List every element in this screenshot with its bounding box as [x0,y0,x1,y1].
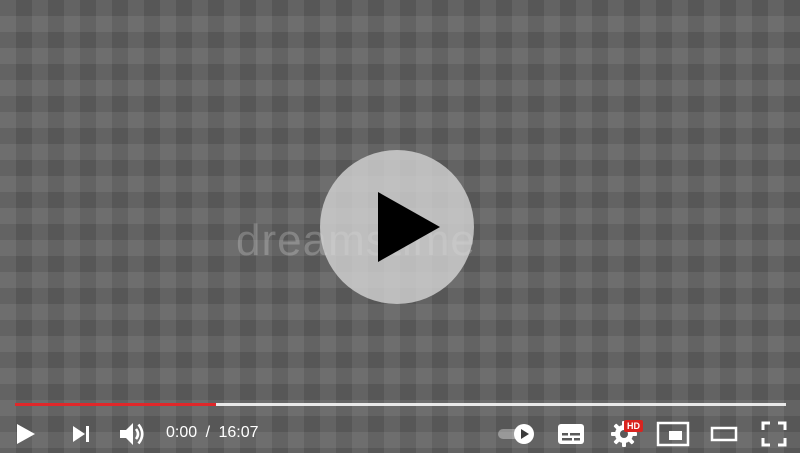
video-player[interactable]: dreamstime 0:00 [0,0,800,453]
theater-mode-button[interactable] [706,414,742,453]
autoplay-toggle[interactable] [496,414,540,453]
time-separator: / [205,424,211,441]
current-time: 0:00 [166,424,198,441]
miniplayer-button[interactable] [654,414,692,453]
subtitles-icon [558,423,584,444]
control-bar: 0:00 / 16:07 HD [0,414,800,453]
big-play-button[interactable] [320,150,474,304]
skip-next-icon [73,425,89,442]
fullscreen-icon [761,421,787,446]
progress-played [15,403,217,406]
miniplayer-icon [656,421,690,446]
settings-button[interactable]: HD [606,414,643,453]
volume-icon [120,422,144,445]
theater-mode-icon [710,426,738,441]
play-icon [378,192,440,262]
time-display: 0:00 / 16:07 [166,424,259,442]
duration: 16:07 [218,424,259,441]
autoplay-toggle-icon [498,423,534,444]
play-button[interactable] [8,414,42,453]
hd-badge: HD [624,420,643,432]
subtitles-button[interactable] [554,414,588,453]
play-icon [17,423,35,444]
next-button[interactable] [64,414,98,453]
fullscreen-button[interactable] [756,414,792,453]
volume-button[interactable] [114,414,150,453]
progress-bar[interactable] [15,403,786,406]
